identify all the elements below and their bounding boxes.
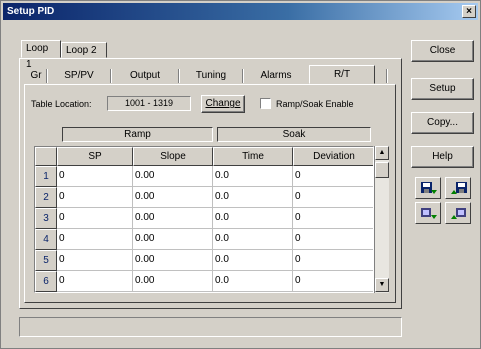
close-button[interactable]: Close xyxy=(411,40,474,62)
row-header[interactable]: 3 xyxy=(35,208,57,229)
cell-time[interactable]: 0.0 xyxy=(213,229,293,250)
row-header[interactable]: 1 xyxy=(35,166,57,187)
status-bar xyxy=(19,317,402,337)
setup-pid-window: Setup PID × Loop 1 Loop 2 Gr SP/PV Outpu… xyxy=(0,0,481,349)
cell-deviation[interactable]: 0 xyxy=(293,250,373,271)
save-to-disk-icon[interactable] xyxy=(415,177,441,199)
scroll-up-icon[interactable]: ▲ xyxy=(375,146,389,160)
scroll-down-icon[interactable]: ▼ xyxy=(375,278,389,292)
row-header[interactable]: 2 xyxy=(35,187,57,208)
inner-tab-strip: Gr SP/PV Output Tuning Alarms R/T xyxy=(26,65,394,84)
copy-button[interactable]: Copy... xyxy=(411,112,474,134)
tab-sp-pv[interactable]: SP/PV xyxy=(48,67,110,84)
cell-time[interactable]: 0.0 xyxy=(213,271,293,292)
tab-separator xyxy=(386,69,388,83)
cell-time[interactable]: 0.0 xyxy=(213,208,293,229)
column-header-sp[interactable]: SP xyxy=(57,147,133,166)
scroll-thumb[interactable] xyxy=(375,162,389,178)
row-header[interactable]: 4 xyxy=(35,229,57,250)
tab-loop-1[interactable]: Loop 1 xyxy=(21,40,61,70)
title-bar[interactable]: Setup PID × xyxy=(3,3,478,20)
soak-group-header: Soak xyxy=(217,127,371,142)
cell-deviation[interactable]: 0 xyxy=(293,166,373,187)
column-header-deviation[interactable]: Deviation xyxy=(293,147,373,166)
cell-deviation[interactable]: 0 xyxy=(293,187,373,208)
vertical-scrollbar[interactable]: ▲ ▼ xyxy=(374,146,389,293)
cell-time[interactable]: 0.0 xyxy=(213,187,293,208)
cell-slope[interactable]: 0.00 xyxy=(133,271,213,292)
table-location-field: 1001 - 1319 xyxy=(107,96,191,111)
setup-button[interactable]: Setup xyxy=(411,78,474,100)
ramp-soak-table: SP Slope Time Deviation 1 0 0.00 0.0 0 2… xyxy=(34,146,374,293)
tab-general[interactable]: Gr xyxy=(26,67,46,84)
cell-time[interactable]: 0.0 xyxy=(213,166,293,187)
cell-slope[interactable]: 0.00 xyxy=(133,208,213,229)
cell-deviation[interactable]: 0 xyxy=(293,208,373,229)
load-from-disk-icon[interactable] xyxy=(445,177,471,199)
cell-slope[interactable]: 0.00 xyxy=(133,250,213,271)
help-button[interactable]: Help xyxy=(411,146,474,168)
column-header-slope[interactable]: Slope xyxy=(133,147,213,166)
tab-tuning[interactable]: Tuning xyxy=(180,67,242,84)
row-header[interactable]: 5 xyxy=(35,250,57,271)
change-button[interactable]: Change xyxy=(201,95,245,113)
tab-loop-2[interactable]: Loop 2 xyxy=(61,42,107,58)
cell-sp[interactable]: 0 xyxy=(57,166,133,187)
cell-sp[interactable]: 0 xyxy=(57,250,133,271)
cell-sp[interactable]: 0 xyxy=(57,208,133,229)
copy-to-plc-icon[interactable] xyxy=(415,202,441,224)
tab-output[interactable]: Output xyxy=(112,67,178,84)
cell-sp[interactable]: 0 xyxy=(57,229,133,250)
ramp-soak-checkbox[interactable] xyxy=(260,98,271,109)
cell-sp[interactable]: 0 xyxy=(57,271,133,292)
cell-deviation[interactable]: 0 xyxy=(293,229,373,250)
close-icon[interactable]: × xyxy=(462,5,476,18)
cell-deviation[interactable]: 0 xyxy=(293,271,373,292)
row-header[interactable]: 6 xyxy=(35,271,57,292)
cell-time[interactable]: 0.0 xyxy=(213,250,293,271)
ramp-group-header: Ramp xyxy=(62,127,213,142)
copy-from-plc-icon[interactable] xyxy=(445,202,471,224)
window-title: Setup PID xyxy=(7,6,55,17)
column-header-time[interactable]: Time xyxy=(213,147,293,166)
tab-r-t[interactable]: R/T xyxy=(309,65,375,84)
ramp-soak-label: Ramp/Soak Enable xyxy=(276,99,354,109)
corner-header xyxy=(35,147,57,166)
cell-slope[interactable]: 0.00 xyxy=(133,187,213,208)
tab-alarms[interactable]: Alarms xyxy=(244,67,308,84)
cell-slope[interactable]: 0.00 xyxy=(133,166,213,187)
table-location-label: Table Location: xyxy=(31,99,92,109)
cell-sp[interactable]: 0 xyxy=(57,187,133,208)
cell-slope[interactable]: 0.00 xyxy=(133,229,213,250)
